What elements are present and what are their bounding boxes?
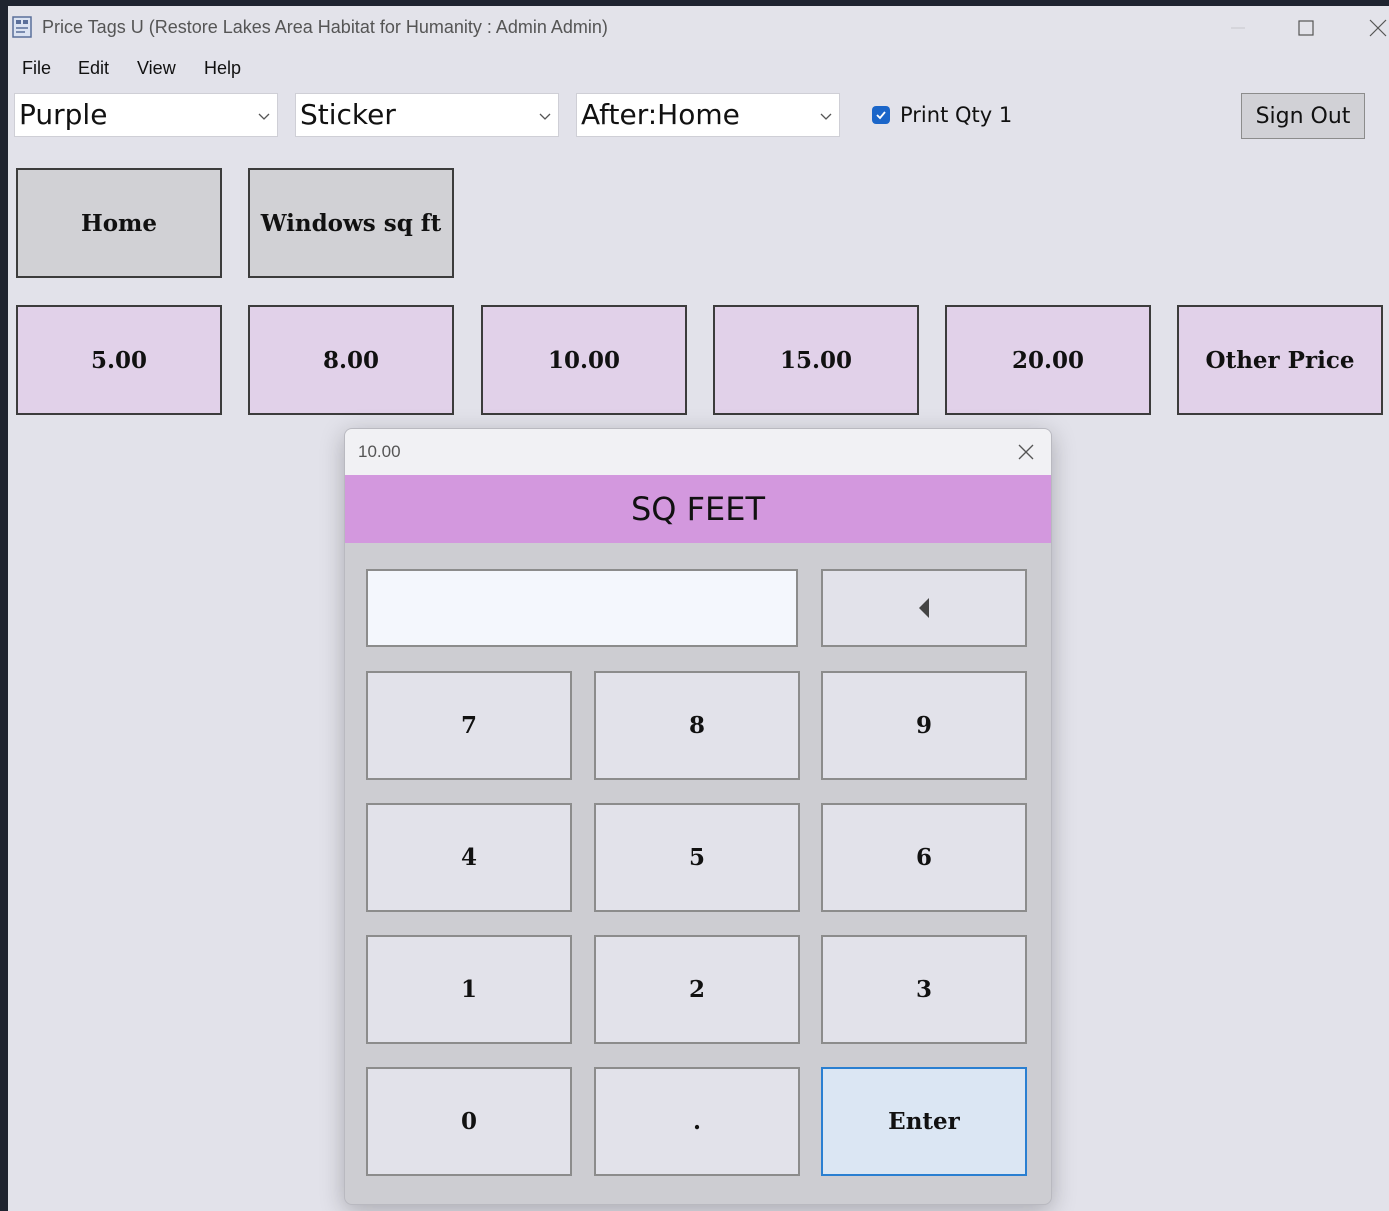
app-window: Price Tags U (Restore Lakes Area Habitat…: [8, 6, 1389, 1211]
after-action-select-value: After:Home: [581, 98, 740, 131]
key-1-button[interactable]: 1: [366, 935, 572, 1044]
dialog-title-bar: 10.00: [345, 429, 1051, 475]
maximize-icon[interactable]: [1276, 6, 1336, 50]
print-qty-label: Print Qty 1: [900, 103, 1013, 127]
tag-type-select[interactable]: Sticker: [295, 93, 559, 137]
window-title: Price Tags U (Restore Lakes Area Habitat…: [42, 17, 608, 37]
checkmark-icon: [876, 111, 886, 120]
price-20-button[interactable]: 20.00: [945, 305, 1151, 415]
key-3-button[interactable]: 3: [821, 935, 1027, 1044]
backspace-arrow-icon: [919, 598, 929, 618]
key-0-button[interactable]: 0: [366, 1067, 572, 1176]
price-8-button[interactable]: 8.00: [248, 305, 454, 415]
key-7-button[interactable]: 7: [366, 671, 572, 780]
after-action-select[interactable]: After:Home: [576, 93, 840, 137]
sq-feet-dialog: 10.00 SQ FEET 7 8 9 4 5 6 1 2 3 0 . Ente…: [344, 428, 1052, 1205]
print-qty-checkbox[interactable]: [872, 106, 890, 124]
key-6-button[interactable]: 6: [821, 803, 1027, 912]
key-4-button[interactable]: 4: [366, 803, 572, 912]
menu-edit[interactable]: Edit: [78, 58, 109, 79]
key-decimal-button[interactable]: .: [594, 1067, 800, 1176]
sq-feet-input[interactable]: [366, 569, 798, 647]
chevron-down-icon: [538, 108, 552, 122]
close-icon[interactable]: [1011, 437, 1041, 467]
menu-bar: File Edit View Help: [8, 54, 1389, 82]
menu-file[interactable]: File: [22, 58, 51, 79]
print-qty-checkbox-wrap[interactable]: Print Qty 1: [872, 103, 1013, 127]
title-bar: Price Tags U (Restore Lakes Area Habitat…: [8, 6, 1389, 50]
enter-button[interactable]: Enter: [821, 1067, 1027, 1176]
chevron-down-icon: [257, 108, 271, 122]
dialog-title: 10.00: [358, 442, 401, 461]
minimize-icon[interactable]: [1208, 6, 1268, 50]
other-price-button[interactable]: Other Price: [1177, 305, 1383, 415]
tag-type-select-value: Sticker: [300, 98, 396, 131]
chevron-down-icon: [819, 108, 833, 122]
color-select-value: Purple: [19, 98, 108, 131]
price-15-button[interactable]: 15.00: [713, 305, 919, 415]
menu-view[interactable]: View: [137, 58, 176, 79]
price-5-button[interactable]: 5.00: [16, 305, 222, 415]
category-home-button[interactable]: Home: [16, 168, 222, 278]
app-icon: [12, 16, 32, 38]
close-icon[interactable]: [1348, 6, 1389, 50]
sign-out-button[interactable]: Sign Out: [1241, 93, 1365, 139]
price-10-button[interactable]: 10.00: [481, 305, 687, 415]
key-5-button[interactable]: 5: [594, 803, 800, 912]
backspace-button[interactable]: [821, 569, 1027, 647]
color-select[interactable]: Purple: [14, 93, 278, 137]
menu-help[interactable]: Help: [204, 58, 241, 79]
key-8-button[interactable]: 8: [594, 671, 800, 780]
key-9-button[interactable]: 9: [821, 671, 1027, 780]
category-windows-sqft-button[interactable]: Windows sq ft: [248, 168, 454, 278]
key-2-button[interactable]: 2: [594, 935, 800, 1044]
dialog-header: SQ FEET: [345, 475, 1051, 543]
